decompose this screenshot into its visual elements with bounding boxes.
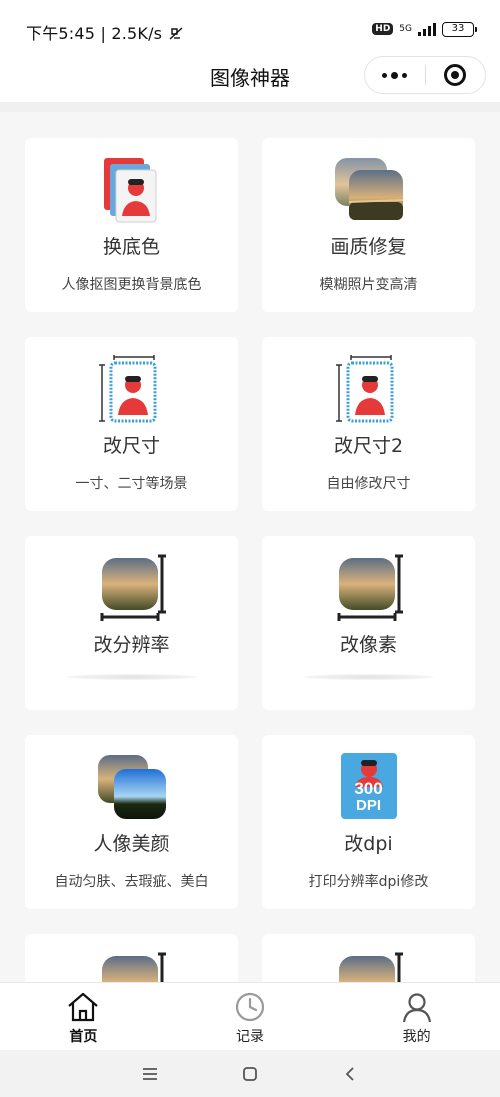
card-subtitle: 模糊照片变高清 [319, 277, 418, 293]
id-photo-bg-icon [103, 158, 156, 223]
signal-icon [418, 22, 436, 36]
home-button[interactable] [235, 1059, 265, 1089]
dpi-number: 300 [354, 779, 383, 798]
menu-button[interactable] [135, 1059, 165, 1089]
status-bar: 下午5:45 | 2.5K/s HD 5G 33 [0, 0, 500, 56]
square-icon [243, 1066, 257, 1081]
card-title: 改尺寸2 [333, 435, 404, 457]
more-button[interactable] [365, 56, 425, 94]
card-resize-2[interactable]: 改尺寸2 自由修改尺寸 [262, 337, 475, 511]
card-subtitle: 一寸、二寸等场景 [75, 476, 188, 492]
status-indicators: HD 5G 33 [372, 19, 477, 39]
user-icon [402, 993, 431, 1023]
photo-resolution-icon [100, 554, 166, 621]
tab-bar: 首页 记录 我的 [0, 982, 500, 1050]
photo-pixels-icon [337, 554, 403, 621]
close-button[interactable] [425, 56, 485, 94]
card-title: 改像素 [339, 634, 397, 656]
battery-level: 33 [451, 22, 465, 34]
mini-program-capsule [364, 56, 486, 94]
id-photo-resize-icon [335, 355, 393, 423]
target-icon [444, 64, 467, 86]
clock-icon [235, 992, 265, 1022]
card-title: 人像美颜 [93, 833, 170, 855]
card-subtitle: 人像抠图更换背景底色 [61, 277, 202, 293]
feature-grid: 换底色 人像抠图更换背景底色 画质修复 模糊照片变高清 改尺寸 一寸、二寸等场景… [0, 112, 500, 982]
id-photo-resize-icon [98, 355, 156, 423]
photo-restore-icon [334, 158, 403, 220]
card-title: 画质修复 [330, 236, 407, 258]
card-title: 改尺寸 [102, 435, 160, 457]
hd-badge: HD [372, 23, 394, 35]
tab-home[interactable]: 首页 [0, 983, 167, 1050]
card-partial-left[interactable] [25, 934, 238, 982]
card-title: 换底色 [102, 236, 160, 258]
back-button[interactable] [335, 1059, 365, 1089]
status-time: 下午5:45 | 2.5K/s [26, 20, 184, 44]
tab-records-label: 记录 [236, 1029, 264, 1045]
card-photo-restore[interactable]: 画质修复 模糊照片变高清 [262, 138, 475, 312]
tab-records[interactable]: 记录 [167, 983, 334, 1050]
title-bar: 图像神器 [0, 56, 500, 102]
tab-mine-label: 我的 [402, 1029, 431, 1045]
card-change-background[interactable]: 换底色 人像抠图更换背景底色 [25, 138, 238, 312]
menu-icon [143, 1067, 157, 1080]
tab-mine[interactable]: 我的 [333, 983, 500, 1050]
dpi-icon: 300 DPI [340, 753, 397, 819]
card-pixels[interactable]: 改像素 [262, 536, 475, 710]
card-subtitle: 自由修改尺寸 [326, 476, 411, 492]
card-subtitle: 打印分辨率dpi修改 [308, 874, 429, 890]
card-dpi[interactable]: 300 DPI 改dpi 打印分辨率dpi修改 [262, 735, 475, 909]
card-resolution[interactable]: 改分辨率 [25, 536, 238, 710]
home-icon [68, 992, 99, 1022]
card-resize[interactable]: 改尺寸 一寸、二寸等场景 [25, 337, 238, 511]
card-title: 改dpi [344, 833, 393, 855]
mute-icon [168, 24, 184, 43]
back-arrow-icon [345, 1066, 354, 1081]
tab-home-label: 首页 [69, 1029, 98, 1045]
beauty-icon [97, 755, 166, 819]
system-nav-bar [0, 1050, 500, 1097]
photo-pixels-icon [338, 952, 403, 982]
network-speed: 2.5K/s [111, 24, 163, 43]
network-label: 5G [399, 23, 412, 34]
dpi-unit: DPI [355, 797, 381, 814]
photo-resolution-icon [101, 952, 166, 982]
card-beauty[interactable]: 人像美颜 自动匀肤、去瑕疵、美白 [25, 735, 238, 909]
battery-icon: 33 [442, 21, 477, 37]
card-subtitle: 自动匀肤、去瑕疵、美白 [54, 874, 209, 890]
clock: 下午5:45 [26, 24, 96, 43]
card-title: 改分辨率 [93, 634, 170, 656]
card-partial-right[interactable] [262, 934, 475, 982]
